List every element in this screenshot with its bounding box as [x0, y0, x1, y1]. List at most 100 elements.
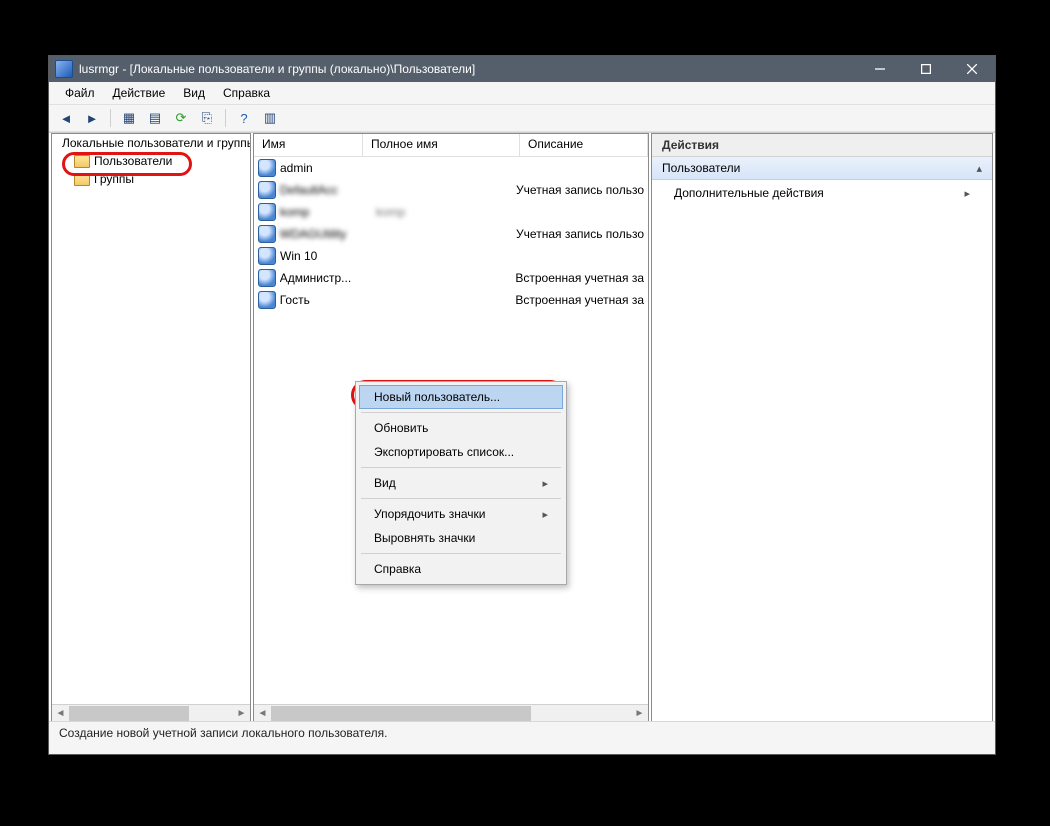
user-icon: [258, 225, 276, 243]
toolbar: ◄ ► ▦ ▤ ⟳ ⎘ ? ▥: [49, 105, 995, 132]
export-icon[interactable]: ⎘: [196, 107, 218, 129]
ctx-item-label: Упорядочить значки: [374, 507, 486, 521]
menu-help[interactable]: Справка: [215, 84, 278, 102]
scrollbar-horizontal[interactable]: ◄ ►: [254, 704, 648, 721]
ctx-help[interactable]: Справка: [359, 557, 563, 581]
menu-action[interactable]: Действие: [105, 84, 174, 102]
separator: [361, 412, 561, 413]
cell-name: Win 10: [280, 249, 372, 263]
tree-panel: Локальные пользователи и группы Пользова…: [51, 133, 251, 721]
help-icon[interactable]: ?: [233, 107, 255, 129]
actions-section[interactable]: Пользователи ▴: [652, 157, 992, 180]
chevron-right-icon: ▸: [542, 508, 548, 521]
ctx-item-label: Вид: [374, 476, 396, 490]
cell-desc: Встроенная учетная за: [515, 271, 644, 285]
ctx-item-label: Справка: [374, 562, 421, 576]
forward-icon[interactable]: ►: [81, 107, 103, 129]
actions-header: Действия: [652, 134, 992, 157]
cell-name: DefaultAcc: [280, 183, 371, 197]
ctx-export[interactable]: Экспортировать список...: [359, 440, 563, 464]
actions-section-label: Пользователи: [662, 161, 740, 175]
cell-desc: Учетная запись пользо: [516, 227, 644, 241]
separator: [361, 553, 561, 554]
ctx-align-icons[interactable]: Выровнять значки: [359, 526, 563, 550]
list-item[interactable]: admin: [254, 157, 648, 179]
scrollbar-horizontal[interactable]: ◄ ►: [52, 704, 250, 721]
list-item[interactable]: DefaultAcc Учетная запись пользо: [254, 179, 648, 201]
menubar: Файл Действие Вид Справка: [49, 82, 995, 105]
tree-node-label: Пользователи: [94, 154, 172, 168]
titlebar: lusrmgr - [Локальные пользователи и груп…: [49, 56, 995, 82]
ctx-view[interactable]: Вид ▸: [359, 471, 563, 495]
chevron-right-icon: ▸: [964, 187, 970, 200]
separator: [361, 498, 561, 499]
cell-name: Администр...: [280, 271, 370, 285]
user-icon: [258, 159, 276, 177]
separator: [225, 109, 226, 127]
action-more-label: Дополнительные действия: [674, 186, 824, 200]
cell-fullname: komp: [376, 205, 516, 219]
list-item[interactable]: Win 10: [254, 245, 648, 267]
ctx-arrange-icons[interactable]: Упорядочить значки ▸: [359, 502, 563, 526]
cell-name: admin: [280, 161, 372, 175]
cell-desc: Встроенная учетная за: [515, 293, 644, 307]
list-item[interactable]: Администр... Встроенная учетная за: [254, 267, 648, 289]
cell-name: WDAGUtility: [280, 227, 371, 241]
cell-desc: Учетная запись пользо: [516, 183, 644, 197]
maximize-button[interactable]: [903, 56, 949, 82]
tree-node-users[interactable]: Пользователи: [52, 152, 250, 170]
ctx-item-label: Экспортировать список...: [374, 445, 514, 459]
list-item[interactable]: WDAGUtility Учетная запись пользо: [254, 223, 648, 245]
tree-node-groups[interactable]: Группы: [52, 170, 250, 188]
separator: [361, 467, 561, 468]
minimize-button[interactable]: [857, 56, 903, 82]
scroll-left-icon[interactable]: ◄: [52, 705, 69, 721]
col-fullname[interactable]: Полное имя: [363, 134, 520, 156]
ctx-refresh[interactable]: Обновить: [359, 416, 563, 440]
context-menu: Новый пользователь... Обновить Экспортир…: [355, 381, 567, 585]
list-icon[interactable]: ▥: [259, 107, 281, 129]
column-headers: Имя Полное имя Описание: [254, 134, 648, 157]
col-description[interactable]: Описание: [520, 134, 648, 156]
ctx-item-label: Новый пользователь...: [374, 390, 500, 404]
user-icon: [258, 269, 276, 287]
close-button[interactable]: [949, 56, 995, 82]
refresh-icon[interactable]: ⟳: [170, 107, 192, 129]
properties-icon[interactable]: ▦: [118, 107, 140, 129]
users-list-body: admin DefaultAcc Учетная запись пользо k…: [254, 157, 648, 311]
list-item[interactable]: komp komp: [254, 201, 648, 223]
status-bar: Создание новой учетной записи локального…: [49, 721, 995, 754]
app-icon: [55, 60, 73, 78]
user-icon: [258, 291, 276, 309]
chevron-right-icon: ▸: [542, 477, 548, 490]
tree-root-label: Локальные пользователи и группы: [62, 136, 251, 150]
scroll-right-icon[interactable]: ►: [233, 705, 250, 721]
ctx-item-label: Выровнять значки: [374, 531, 475, 545]
user-icon: [258, 203, 276, 221]
col-name[interactable]: Имя: [254, 134, 363, 156]
list-item[interactable]: Гость Встроенная учетная за: [254, 289, 648, 311]
ctx-new-user[interactable]: Новый пользователь...: [359, 385, 563, 409]
ctx-item-label: Обновить: [374, 421, 428, 435]
menu-file[interactable]: Файл: [57, 84, 103, 102]
cell-name: Гость: [280, 293, 370, 307]
scroll-left-icon[interactable]: ◄: [254, 705, 271, 721]
actions-panel: Действия Пользователи ▴ Дополнительные д…: [651, 133, 993, 721]
folder-icon: [74, 173, 90, 186]
back-icon[interactable]: ◄: [55, 107, 77, 129]
folder-icon: [74, 155, 90, 168]
window-title: lusrmgr - [Локальные пользователи и груп…: [79, 62, 475, 76]
tree-node-label: Группы: [94, 172, 134, 186]
tree-root[interactable]: Локальные пользователи и группы: [52, 134, 250, 152]
user-icon: [258, 247, 276, 265]
status-text: Создание новой учетной записи локального…: [59, 726, 387, 740]
collapse-icon: ▴: [976, 162, 982, 175]
menu-view[interactable]: Вид: [175, 84, 213, 102]
scroll-right-icon[interactable]: ►: [631, 705, 648, 721]
details-icon[interactable]: ▤: [144, 107, 166, 129]
separator: [110, 109, 111, 127]
action-more[interactable]: Дополнительные действия ▸: [652, 180, 992, 206]
user-icon: [258, 181, 276, 199]
window: lusrmgr - [Локальные пользователи и груп…: [48, 55, 996, 755]
cell-name: komp: [280, 205, 372, 219]
